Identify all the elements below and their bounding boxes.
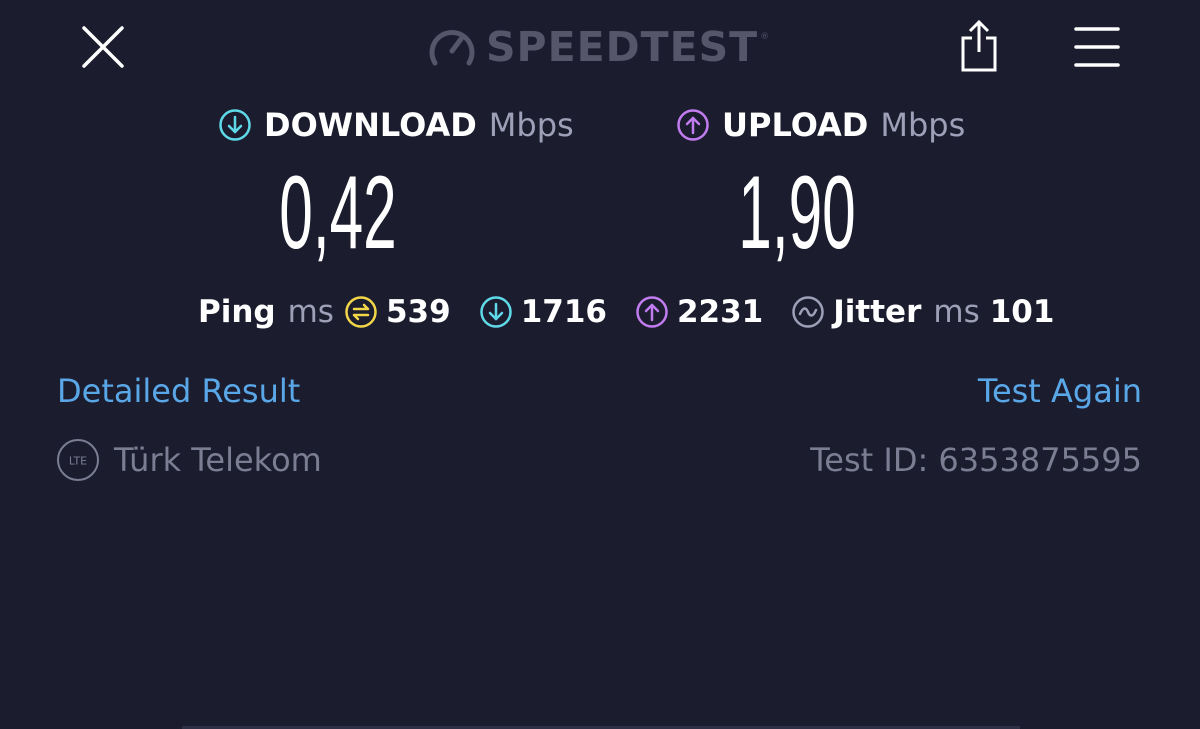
share-icon — [961, 19, 997, 72]
download-label: DOWNLOAD — [264, 106, 477, 144]
speedtest-result-screen: SPEEDTEST ® DOWNLOAD Mbps UPLOAD Mbps 0,… — [0, 0, 1200, 729]
upload-header: UPLOAD Mbps — [676, 104, 965, 146]
close-button[interactable] — [78, 22, 128, 72]
ping-download-value: 1716 — [520, 294, 607, 330]
download-header: DOWNLOAD Mbps — [218, 104, 574, 146]
speedtest-logo: SPEEDTEST ® — [428, 22, 769, 72]
upload-speed-value: 1,90 — [738, 154, 856, 271]
provider-info: LTE Türk Telekom — [56, 437, 322, 483]
jitter-value: 101 — [989, 294, 1055, 330]
close-icon — [82, 26, 124, 68]
test-id: Test ID: 6353875595 — [810, 441, 1142, 479]
latency-row: Ping ms 539 1716 2231 Jitter ms 101 — [198, 288, 1082, 336]
share-button[interactable] — [955, 18, 1003, 74]
idle-latency-icon — [345, 296, 377, 328]
jitter-icon — [792, 296, 824, 328]
upload-latency-icon — [636, 296, 668, 328]
ping-idle-value: 539 — [385, 294, 451, 330]
hamburger-menu-icon — [1074, 27, 1120, 67]
upload-arrow-icon — [677, 109, 709, 141]
provider-name: Türk Telekom — [114, 441, 322, 479]
menu-button[interactable] — [1074, 24, 1120, 70]
lte-badge-text: LTE — [69, 455, 87, 468]
upload-label: UPLOAD — [722, 106, 869, 144]
download-unit: Mbps — [488, 106, 574, 144]
jitter-label: Jitter — [833, 294, 922, 330]
upload-unit: Mbps — [880, 106, 966, 144]
test-again-link[interactable]: Test Again — [978, 372, 1142, 410]
jitter-unit: ms — [933, 294, 980, 330]
ping-unit: ms — [287, 294, 334, 330]
download-latency-icon — [479, 296, 512, 328]
detailed-result-link[interactable]: Detailed Result — [57, 372, 300, 410]
ping-label: Ping — [198, 294, 276, 330]
trademark-mark: ® — [760, 32, 770, 42]
ping-upload-value: 2231 — [676, 294, 764, 330]
speedometer-icon — [429, 30, 475, 66]
lte-network-icon: LTE — [57, 439, 99, 481]
download-arrow-icon — [219, 109, 251, 141]
download-speed-value: 0,42 — [279, 154, 397, 271]
logo-text: SPEEDTEST — [486, 23, 759, 71]
